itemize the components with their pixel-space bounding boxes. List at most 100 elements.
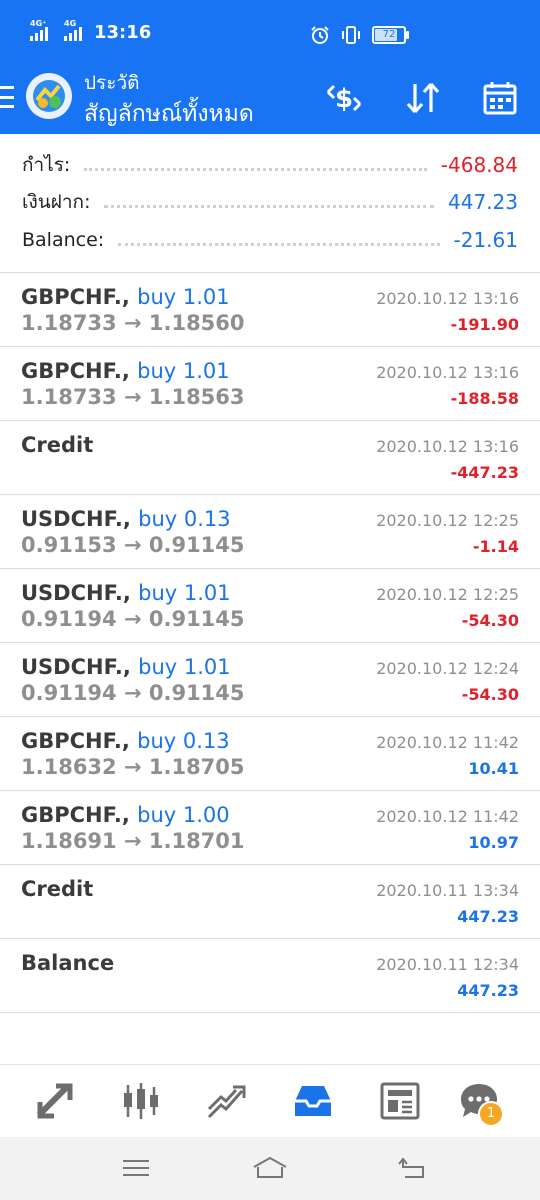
deal-datetime: 2020.10.12 12:25 [376, 511, 519, 530]
news-icon[interactable] [377, 1079, 423, 1123]
deal-datetime: 2020.10.12 13:16 [376, 363, 519, 382]
app-bar: ประวัติ สัญลักษณ์ทั้งหมด $ [0, 66, 540, 134]
symbol-filter[interactable]: สัญลักษณ์ทั้งหมด [84, 96, 254, 132]
battery-level: 72 [382, 29, 396, 40]
system-navigation-bar [0, 1137, 540, 1200]
network-label-2: 4G [64, 18, 77, 28]
deal-datetime: 2020.10.12 11:42 [376, 733, 519, 752]
deal-action: buy 1.01 [137, 359, 230, 383]
summary-label: Balance: [22, 229, 105, 251]
summary-label: เงินฝาก: [22, 191, 91, 213]
status-bar: 4G⁺ 4G 13:16 72 [0, 0, 540, 66]
deal-row[interactable]: GBPCHF., buy 1.01 1.18733 → 1.18563 2020.1… [0, 347, 540, 421]
deal-row[interactable]: GBPCHF., buy 0.13 1.18632 → 1.18705 2020.1… [0, 717, 540, 791]
deal-row[interactable]: USDCHF., buy 1.01 0.91194 → 0.91145 2020.1… [0, 643, 540, 717]
deal-symbol: GBPCHF., buy 1.00 [21, 803, 230, 827]
deal-symbol-text: GBPCHF., [21, 803, 130, 827]
sort-icon[interactable] [401, 78, 445, 118]
bottom-navigation: 1 [0, 1064, 540, 1138]
chart-icon[interactable] [118, 1079, 164, 1123]
quotes-icon[interactable] [32, 1079, 78, 1123]
deal-profit: 10.41 [468, 759, 519, 778]
deal-prices: 1.18733 → 1.18563 [21, 385, 245, 409]
deal-symbol: GBPCHF., buy 0.13 [21, 729, 230, 753]
back-icon[interactable] [392, 1153, 432, 1183]
deal-symbol-text: GBPCHF., [21, 359, 130, 383]
deal-symbol-text: USDCHF., [21, 655, 131, 679]
deal-row[interactable]: USDCHF., buy 1.01 0.91194 → 0.91145 2020.1… [0, 569, 540, 643]
history-icon[interactable] [290, 1079, 336, 1123]
account-summary: กำไร: -468.84 เงินฝาก: 447.23 Balance: -… [0, 134, 540, 273]
deal-datetime: 2020.10.12 11:42 [376, 807, 519, 826]
deal-action: buy 1.01 [138, 655, 231, 679]
summary-balance-row: Balance: -21.61 [22, 222, 518, 258]
deal-row[interactable]: GBPCHF., buy 1.00 1.18691 → 1.18701 2020.1… [0, 791, 540, 865]
summary-profit-row: กำไร: -468.84 [22, 147, 518, 183]
profit-value: -468.84 [440, 153, 518, 177]
deal-symbol-text: Credit [21, 433, 94, 457]
deal-datetime: 2020.10.12 12:24 [376, 659, 519, 678]
deal-symbol-text: USDCHF., [21, 581, 131, 605]
deal-datetime: 2020.10.11 12:34 [376, 955, 519, 974]
summary-label: กำไร: [22, 154, 71, 176]
deal-row[interactable]: Balance 2020.10.11 12:34 447.23 [0, 939, 540, 1013]
deal-row[interactable]: Credit 2020.10.11 13:34 447.23 [0, 865, 540, 939]
alarm-icon [311, 26, 329, 44]
deal-datetime: 2020.10.11 13:34 [376, 881, 519, 900]
deal-datetime: 2020.10.12 13:16 [376, 437, 519, 456]
deal-symbol: GBPCHF., buy 1.01 [21, 359, 230, 383]
deal-symbol-text: GBPCHF., [21, 729, 130, 753]
deal-symbol: Credit [21, 877, 93, 901]
deal-symbol-text: USDCHF., [21, 507, 131, 531]
deal-symbol: USDCHF., buy 1.01 [21, 581, 231, 605]
deal-prices: 0.91194 → 0.91145 [21, 681, 245, 705]
deal-profit: 10.97 [468, 833, 519, 852]
summary-deposit-row: เงินฝาก: 447.23 [22, 184, 518, 220]
deal-symbol-text: Balance [21, 951, 115, 975]
menu-icon[interactable] [0, 86, 16, 108]
home-icon[interactable] [250, 1153, 290, 1183]
deal-symbol-text: Credit [21, 877, 94, 901]
deal-profit: -447.23 [450, 463, 519, 482]
deal-prices: 1.18733 → 1.18560 [21, 311, 245, 335]
balance-value: -21.61 [453, 228, 518, 252]
deal-profit: -54.30 [461, 685, 519, 704]
deal-profit: 447.23 [457, 981, 519, 1000]
svg-text:$: $ [335, 84, 353, 114]
deal-prices: 0.91194 → 0.91145 [21, 607, 245, 631]
deal-action: buy 1.01 [137, 285, 230, 309]
deal-profit: -1.14 [472, 537, 519, 556]
deal-symbol-text: GBPCHF., [21, 285, 130, 309]
deal-symbol: Credit [21, 433, 93, 457]
deposit-withdraw-icon[interactable]: $ [322, 78, 366, 118]
deal-row[interactable]: USDCHF., buy 0.13 0.91153 → 0.91145 2020.1… [0, 495, 540, 569]
deal-row[interactable]: GBPCHF., buy 1.01 1.18733 → 1.18560 2020.1… [0, 273, 540, 347]
chat-badge: 1 [478, 1101, 504, 1127]
network-label-1: 4G⁺ [30, 18, 47, 28]
signal-icon-2: 4G [64, 19, 82, 41]
deal-profit: -188.58 [450, 389, 519, 408]
deal-action: buy 1.00 [137, 803, 230, 827]
deal-action: buy 0.13 [138, 507, 231, 531]
deal-profit: 447.23 [457, 907, 519, 926]
deal-datetime: 2020.10.12 13:16 [376, 289, 519, 308]
deal-prices: 0.91153 → 0.91145 [21, 533, 245, 557]
deal-symbol: USDCHF., buy 1.01 [21, 655, 231, 679]
vibrate-icon [342, 26, 360, 44]
recent-apps-icon[interactable] [116, 1153, 156, 1183]
page-title: ประวัติ [84, 72, 140, 94]
trade-icon[interactable] [204, 1079, 250, 1123]
chat-icon[interactable]: 1 [456, 1079, 504, 1127]
deal-row[interactable]: Credit 2020.10.12 13:16 -447.23 [0, 421, 540, 495]
status-time: 13:16 [94, 22, 152, 43]
deals-list: GBPCHF., buy 1.01 1.18733 → 1.18560 2020.1… [0, 273, 540, 1013]
deal-action: buy 1.01 [138, 581, 231, 605]
calendar-icon[interactable] [478, 78, 522, 118]
deal-action: buy 0.13 [137, 729, 230, 753]
metatrader-logo[interactable] [26, 73, 72, 119]
deal-symbol: USDCHF., buy 0.13 [21, 507, 231, 531]
deal-symbol: Balance [21, 951, 114, 975]
deal-symbol: GBPCHF., buy 1.01 [21, 285, 230, 309]
deal-prices: 1.18632 → 1.18705 [21, 755, 245, 779]
signal-icon-1: 4G⁺ [30, 19, 48, 41]
